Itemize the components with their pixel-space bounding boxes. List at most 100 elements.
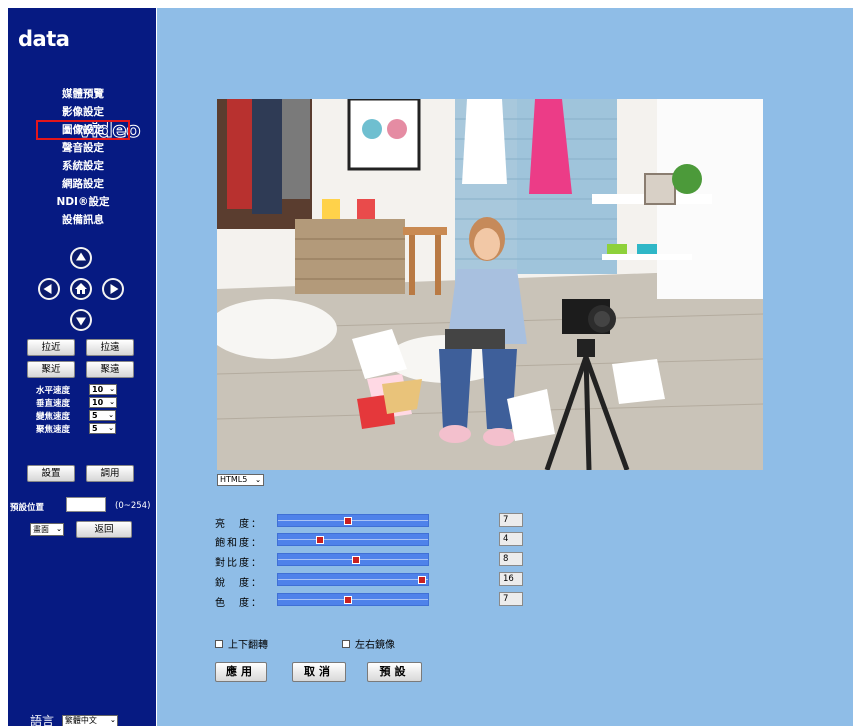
preset-mode-select[interactable]: 畫面 ⌄ — [30, 523, 64, 536]
stream-type-select[interactable]: HTML5 ⌄ — [217, 474, 264, 486]
pan-up-button[interactable] — [70, 247, 92, 269]
chevron-down-icon: ⌄ — [56, 525, 62, 533]
datavideo-logo: data video — [18, 27, 141, 143]
language-label: 語言 — [30, 714, 55, 726]
menu-video-settings[interactable]: 影像設定 — [38, 103, 128, 121]
pan-speed-select[interactable]: 10 ⌄ — [89, 384, 117, 395]
home-button[interactable] — [70, 278, 92, 300]
chevron-down-icon: ⌄ — [109, 385, 115, 393]
saturation-label: 飽和度： — [215, 538, 263, 549]
video-preview — [217, 99, 763, 470]
stream-type-value: HTML5 — [220, 475, 248, 484]
default-button[interactable]: 預設 — [367, 662, 422, 682]
pan-speed-row: 水平速度 10 ⌄ — [36, 384, 146, 396]
sidebar: data video 媒體預覽 影像設定 圖像設定 聲音設定 系統設定 網路設定 … — [8, 8, 156, 726]
mirror-checkbox[interactable] — [342, 639, 350, 648]
preset-range-hint: (0~254) — [115, 501, 151, 511]
language-value: 繁體中文 — [64, 716, 97, 725]
menu-ndi-settings[interactable]: NDI®設定 — [38, 193, 128, 211]
pan-left-button[interactable] — [38, 278, 60, 300]
sharpness-slider-thumb[interactable] — [418, 576, 426, 584]
logo-text-data: data — [18, 27, 70, 51]
nav-menu: 媒體預覽 影像設定 圖像設定 聲音設定 系統設定 網路設定 NDI®設定 設備訊… — [36, 85, 130, 229]
back-button[interactable]: 返回 — [76, 521, 132, 538]
arrow-up-icon — [72, 249, 90, 267]
tilt-speed-row: 垂直速度 10 ⌄ — [36, 397, 146, 409]
hue-slider-thumb[interactable] — [344, 596, 352, 604]
brightness-row: 亮 度： 7 — [215, 513, 523, 530]
arrow-left-icon — [40, 280, 58, 298]
zoom-speed-row: 變焦速度 5 ⌄ — [36, 410, 146, 422]
preset-mode-value: 畫面 — [33, 525, 49, 534]
focus-speed-value: 5 — [92, 424, 98, 433]
pan-speed-label: 水平速度 — [36, 386, 71, 396]
preset-position-input[interactable] — [66, 497, 106, 512]
focus-speed-label: 聚焦速度 — [36, 425, 71, 435]
apply-button[interactable]: 應用 — [215, 662, 267, 682]
preset-call-button[interactable]: 調用 — [86, 465, 134, 482]
focus-far-button[interactable]: 聚遠 — [86, 361, 134, 378]
language-row: 語言 繁體中文 ⌄ — [30, 712, 118, 726]
menu-image-settings[interactable]: 圖像設定 — [36, 120, 130, 140]
hue-value: 7 — [499, 592, 523, 606]
saturation-value: 4 — [499, 532, 523, 546]
tilt-speed-value: 10 — [92, 398, 104, 407]
zoom-speed-select[interactable]: 5 ⌄ — [89, 410, 116, 421]
zoom-speed-value: 5 — [92, 411, 98, 420]
hue-label: 色 度： — [215, 598, 263, 609]
brightness-slider[interactable] — [277, 514, 429, 527]
contrast-row: 對比度： 8 — [215, 552, 523, 569]
pan-right-button[interactable] — [102, 278, 124, 300]
brightness-label: 亮 度： — [215, 519, 263, 530]
flip-label: 上下翻轉 — [228, 640, 268, 651]
brightness-value: 7 — [499, 513, 523, 527]
menu-system-settings[interactable]: 系統設定 — [38, 157, 128, 175]
menu-device-info[interactable]: 設備訊息 — [38, 211, 128, 229]
menu-network-settings[interactable]: 網路設定 — [38, 175, 128, 193]
contrast-value: 8 — [499, 552, 523, 566]
main-panel: HTML5 ⌄ 亮 度： 7 飽和度： 4 對比度： 8 銳 度： 16 色 度：… — [157, 8, 853, 726]
chevron-down-icon: ⌄ — [109, 716, 116, 724]
mirror-checkbox-row[interactable]: 左右鏡像 — [342, 636, 395, 651]
sharpness-label: 銳 度： — [215, 578, 263, 589]
chevron-down-icon: ⌄ — [108, 411, 114, 419]
saturation-row: 飽和度： 4 — [215, 532, 523, 549]
saturation-slider-thumb[interactable] — [316, 536, 324, 544]
focus-near-button[interactable]: 聚近 — [27, 361, 75, 378]
saturation-slider[interactable] — [277, 533, 429, 546]
pan-speed-value: 10 — [92, 385, 104, 394]
brightness-slider-thumb[interactable] — [344, 517, 352, 525]
flip-checkbox-row[interactable]: 上下翻轉 — [215, 636, 268, 651]
menu-media-preview[interactable]: 媒體預覽 — [38, 85, 128, 103]
sharpness-value: 16 — [499, 572, 523, 586]
preset-set-button[interactable]: 設置 — [27, 465, 75, 482]
hue-slider[interactable] — [277, 593, 429, 606]
language-select[interactable]: 繁體中文 ⌄ — [61, 715, 118, 726]
preset-position-label: 預設位置 — [10, 503, 45, 513]
chevron-down-icon: ⌄ — [109, 398, 115, 406]
contrast-slider-thumb[interactable] — [352, 556, 360, 564]
hue-row: 色 度： 7 — [215, 592, 523, 609]
home-icon — [72, 280, 90, 298]
mirror-label: 左右鏡像 — [355, 640, 395, 651]
tilt-speed-select[interactable]: 10 ⌄ — [89, 397, 117, 408]
focus-speed-row: 聚焦速度 5 ⌄ — [36, 423, 146, 435]
tilt-speed-label: 垂直速度 — [36, 399, 71, 409]
menu-audio-settings[interactable]: 聲音設定 — [38, 139, 128, 157]
focus-speed-select[interactable]: 5 ⌄ — [89, 423, 116, 434]
cancel-button[interactable]: 取消 — [292, 662, 346, 682]
zoom-speed-label: 變焦速度 — [36, 412, 71, 422]
contrast-slider[interactable] — [277, 553, 429, 566]
zoom-out-button[interactable]: 拉遠 — [86, 339, 134, 356]
sharpness-slider[interactable] — [277, 573, 429, 586]
arrow-right-icon — [104, 280, 122, 298]
contrast-label: 對比度： — [215, 558, 263, 569]
pan-down-button[interactable] — [70, 309, 92, 331]
chevron-down-icon: ⌄ — [255, 476, 261, 484]
sharpness-row: 銳 度： 16 — [215, 572, 523, 589]
arrow-down-icon — [72, 311, 90, 329]
camera-preview-image — [217, 99, 763, 470]
chevron-down-icon: ⌄ — [108, 424, 114, 432]
zoom-in-button[interactable]: 拉近 — [27, 339, 75, 356]
flip-checkbox[interactable] — [215, 639, 223, 648]
